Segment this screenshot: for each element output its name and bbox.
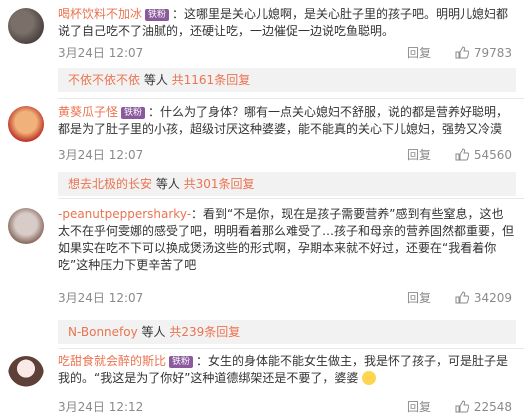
- avatar[interactable]: [8, 106, 44, 142]
- comment-4: 吃甜食就会醉的斯比 铁粉 ：女生的身体能不能女生做主，我是怀了孩子，可是肚子是我的。…: [0, 348, 524, 418]
- comment-body: -peanutpeppersharky-：看到“不是你，现在是孩子需要营养”感到…: [58, 206, 514, 274]
- timestamp: 3月24日 12:07: [58, 291, 144, 305]
- like-button[interactable]: 79783: [455, 46, 512, 60]
- comment-1: 喝杯饮料不加冰 铁粉 ：这哪里是关心儿媳啊，是关心肚子里的孩子吧。明明儿媳妇都说了自…: [0, 0, 524, 98]
- reply-count-link[interactable]: 共1161条回复: [172, 73, 251, 87]
- avatar[interactable]: [8, 8, 44, 44]
- comment-3: -peanutpeppersharky-：看到“不是你，现在是孩子需要营养”感到…: [0, 198, 524, 348]
- avatar[interactable]: [8, 356, 44, 392]
- divider: [58, 98, 524, 99]
- smile-emoji-icon: [362, 371, 377, 385]
- fan-badge: 铁粉: [121, 107, 146, 119]
- divider: [58, 348, 524, 349]
- comment-meta: 3月24日 12:12 回复 22548: [58, 398, 512, 415]
- timestamp: 3月24日 12:07: [58, 148, 144, 162]
- like-count: 22548: [473, 400, 512, 414]
- thumbs-up-icon: [455, 400, 469, 413]
- reply-button[interactable]: 回复: [407, 400, 431, 414]
- like-count: 54560: [473, 148, 512, 162]
- reply-user[interactable]: 不依不依不依: [68, 73, 140, 87]
- thumbs-up-icon: [455, 46, 469, 59]
- divider: [58, 198, 524, 199]
- comment-body: 黄葵瓜子怪 铁粉 ：什么为了身体？哪有一点关心媳妇不舒服，说的都是营养好聪明，都是为…: [58, 104, 514, 138]
- fan-badge: 铁粉: [145, 9, 170, 21]
- reply-button[interactable]: 回复: [407, 46, 431, 60]
- comment-body: 喝杯饮料不加冰 铁粉 ：这哪里是关心儿媳啊，是关心肚子里的孩子吧。明明儿媳妇都说了自…: [58, 6, 514, 40]
- thumbs-up-icon: [455, 291, 469, 304]
- comment-meta: 3月24日 12:07 回复 54560: [58, 146, 512, 163]
- fan-badge: 铁粉: [169, 356, 194, 368]
- username[interactable]: -peanutpeppersharky-: [58, 207, 191, 221]
- thumbs-up-icon: [455, 148, 469, 161]
- reply-user[interactable]: 想去北极的长安: [68, 177, 152, 191]
- reply-summary[interactable]: 不依不依不依 等人 共1161条回复: [58, 68, 516, 92]
- reply-button[interactable]: 回复: [407, 148, 431, 162]
- comment-meta: 3月24日 12:07 回复 34209: [58, 289, 512, 306]
- timestamp: 3月24日 12:12: [58, 400, 144, 414]
- comment-2: 黄葵瓜子怪 铁粉 ：什么为了身体？哪有一点关心媳妇不舒服，说的都是营养好聪明，都是为…: [0, 98, 524, 198]
- like-button[interactable]: 34209: [455, 291, 512, 305]
- reply-summary-text: 等人: [152, 177, 184, 191]
- reply-summary[interactable]: 想去北极的长安 等人 共301条回复: [58, 172, 516, 196]
- comment-body: 吃甜食就会醉的斯比 铁粉 ：女生的身体能不能女生做主，我是怀了孩子，可是肚子是我的。…: [58, 353, 514, 387]
- like-count: 79783: [473, 46, 512, 60]
- username[interactable]: 喝杯饮料不加冰: [58, 7, 142, 21]
- like-button[interactable]: 22548: [455, 400, 512, 414]
- like-button[interactable]: 54560: [455, 148, 512, 162]
- comment-meta: 3月24日 12:07 回复 79783: [58, 44, 512, 61]
- username[interactable]: 吃甜食就会醉的斯比: [58, 354, 166, 368]
- timestamp: 3月24日 12:07: [58, 46, 144, 60]
- reply-count-link[interactable]: 共239条回复: [169, 325, 240, 339]
- reply-summary-text: 等人: [137, 325, 170, 339]
- reply-user[interactable]: N-Bonnefoy: [68, 325, 138, 339]
- reply-summary-text: 等人: [140, 73, 172, 87]
- avatar[interactable]: [8, 208, 44, 244]
- reply-summary[interactable]: N-Bonnefoy 等人 共239条回复: [58, 320, 516, 344]
- like-count: 34209: [473, 291, 512, 305]
- reply-button[interactable]: 回复: [407, 291, 431, 305]
- reply-count-link[interactable]: 共301条回复: [184, 177, 255, 191]
- username[interactable]: 黄葵瓜子怪: [58, 105, 118, 119]
